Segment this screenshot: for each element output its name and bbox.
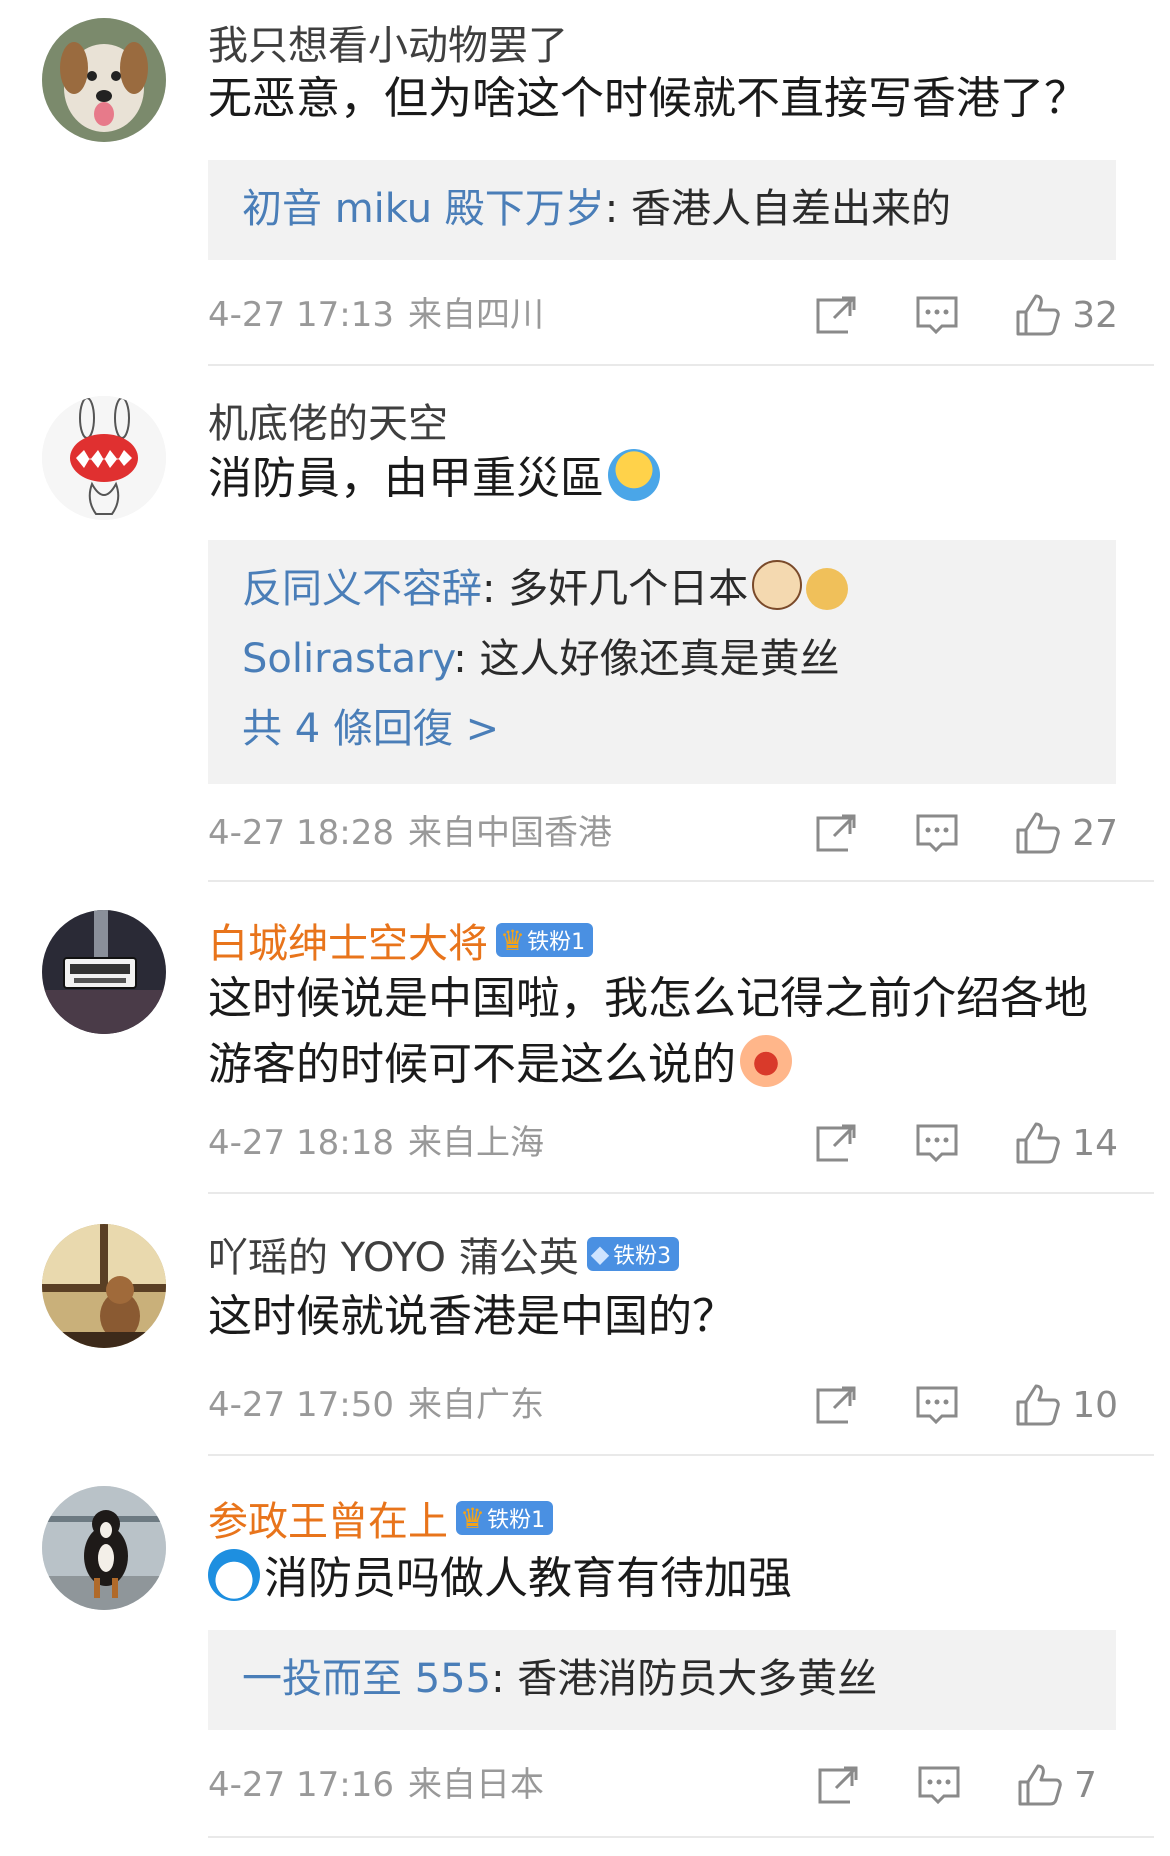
dog-avatar-icon <box>42 18 166 142</box>
comment-icon[interactable] <box>914 1382 960 1428</box>
avatar[interactable] <box>42 910 166 1034</box>
comment-meta: 4-27 17:50 来自广东 <box>208 1380 544 1430</box>
avatar[interactable] <box>42 1224 166 1348</box>
avatar[interactable] <box>42 18 166 142</box>
comment-text: 消防員，由甲重災區 <box>208 446 1120 512</box>
comment-meta: 4-27 17:13 来自四川 <box>208 290 544 340</box>
comment-meta: 4-27 17:16 来自日本 <box>208 1760 544 1810</box>
comment-text: 消防员吗做人教育有待加强 <box>208 1546 1120 1612</box>
divider <box>208 1192 1154 1194</box>
fan-badge[interactable]: ♛ 铁粉1 <box>456 1501 554 1535</box>
avatar[interactable] <box>42 396 166 520</box>
timestamp: 4-27 17:50 <box>208 1385 394 1425</box>
grin-emoji-icon <box>740 1035 792 1087</box>
like-count: 27 <box>1072 812 1118 854</box>
location: 来自四川 <box>407 295 544 335</box>
share-icon[interactable] <box>814 292 860 338</box>
like-count: 32 <box>1072 294 1118 336</box>
comment-text: 这时候说是中国啦，我怎么记得之前介绍各地游客的时候可不是这么说的 <box>208 973 1088 1090</box>
comment-icon[interactable] <box>914 1120 960 1166</box>
location: 来自中国香港 <box>407 813 612 853</box>
crown-icon: ♛ <box>460 1501 486 1535</box>
reply-item[interactable]: Solirastary: 这人好像还真是黄丝 <box>208 624 1116 694</box>
puppy-window-avatar-icon <box>42 1224 166 1348</box>
reply-item[interactable]: 初音 miku 殿下万岁: 香港人自差出来的 <box>208 160 1116 244</box>
crown-icon: ♛ <box>500 923 526 957</box>
divider <box>208 1454 1154 1456</box>
like-icon[interactable] <box>1016 1762 1062 1808</box>
reply-box[interactable]: 反同义不容辞: 多奸几个日本 Solirastary: 这人好像还真是黄丝 共 … <box>208 540 1116 784</box>
bernese-dog-avatar-icon <box>42 1486 166 1610</box>
like-icon[interactable] <box>1014 1382 1060 1428</box>
reply-box[interactable]: 初音 miku 殿下万岁: 香港人自差出来的 <box>208 160 1116 260</box>
timestamp: 4-27 18:18 <box>208 1123 394 1163</box>
reply-text: 这人好像还真是黄丝 <box>479 636 840 682</box>
username[interactable]: 机底佬的天空 <box>208 391 448 449</box>
divider <box>208 1836 1154 1838</box>
fan-badge[interactable]: ◆ 铁粉3 <box>586 1237 680 1271</box>
timestamp: 4-27 17:13 <box>208 295 394 335</box>
reply-text: 香港人自差出来的 <box>631 186 951 232</box>
comment-meta: 4-27 18:28 来自中国香港 <box>208 808 612 858</box>
like-icon[interactable] <box>1014 810 1060 856</box>
doraemon-emoji-icon <box>208 1549 260 1601</box>
share-icon[interactable] <box>816 1762 862 1808</box>
timestamp: 4-27 18:28 <box>208 813 394 853</box>
dog-emoji-icon <box>752 560 803 610</box>
share-icon[interactable] <box>814 1382 860 1428</box>
avatar[interactable] <box>42 1486 166 1610</box>
divider <box>208 364 1154 366</box>
reply-author[interactable]: Solirastary <box>242 636 453 682</box>
username[interactable]: 白城绅士空大将 <box>208 911 488 969</box>
like-icon[interactable] <box>1014 292 1060 338</box>
sign-avatar-icon <box>42 910 166 1034</box>
comment-icon[interactable] <box>916 1762 962 1808</box>
reply-author[interactable]: 一投而至 555 <box>242 1656 491 1702</box>
comment-text: 这时候就说香港是中国的？ <box>208 1291 736 1342</box>
like-icon[interactable] <box>1014 1120 1060 1166</box>
location: 来自广东 <box>407 1385 544 1425</box>
reply-item[interactable]: 一投而至 555: 香港消防员大多黄丝 <box>208 1630 1116 1714</box>
reply-item[interactable]: 反同义不容辞: 多奸几个日本 <box>208 540 1116 624</box>
comment-text: 无恶意，但为啥这个时候就不直接写香港了？ <box>208 73 1088 124</box>
reply-text: 多奸几个日本 <box>508 566 749 612</box>
reply-author[interactable]: 初音 miku 殿下万岁 <box>242 186 605 232</box>
doge-emoji-icon <box>806 568 849 610</box>
username[interactable]: 吖瑶的 YOYO 蒲公英 <box>208 1225 579 1283</box>
comment-meta: 4-27 18:18 来自上海 <box>208 1118 544 1168</box>
diamond-icon: ◆ <box>590 1240 610 1268</box>
comment-icon[interactable] <box>914 810 960 856</box>
rabbit-avatar-icon <box>42 396 166 520</box>
like-count: 10 <box>1072 1384 1118 1426</box>
like-count: 14 <box>1072 1122 1118 1164</box>
reply-text: 香港消防员大多黄丝 <box>517 1656 878 1702</box>
username[interactable]: 参政王曾在上 <box>208 1489 448 1547</box>
reply-author[interactable]: 反同义不容辞 <box>242 566 482 612</box>
reply-box[interactable]: 一投而至 555: 香港消防员大多黄丝 <box>208 1630 1116 1730</box>
location: 来自上海 <box>407 1123 544 1163</box>
username[interactable]: 我只想看小动物罢了 <box>208 13 568 71</box>
location: 来自日本 <box>407 1765 544 1805</box>
share-icon[interactable] <box>814 810 860 856</box>
fan-badge[interactable]: ♛ 铁粉1 <box>496 923 594 957</box>
share-icon[interactable] <box>814 1120 860 1166</box>
shrug-emoji-icon <box>608 449 660 501</box>
divider <box>208 880 1154 882</box>
more-replies-link[interactable]: 共 4 條回復 > <box>208 694 1116 764</box>
like-count: 7 <box>1074 1764 1097 1806</box>
timestamp: 4-27 17:16 <box>208 1765 394 1805</box>
comment-icon[interactable] <box>914 292 960 338</box>
